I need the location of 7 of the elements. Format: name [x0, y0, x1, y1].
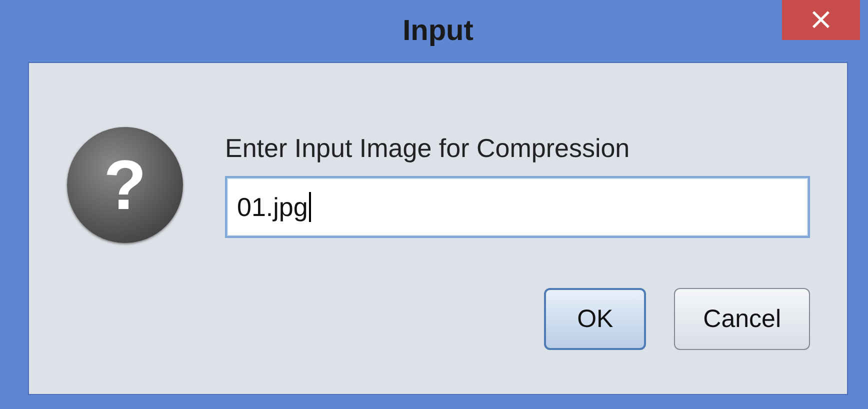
- close-button[interactable]: ×: [782, 0, 860, 40]
- input-field[interactable]: 01.jpg: [225, 176, 810, 238]
- question-icon: ?: [67, 127, 183, 243]
- window-title: Input: [402, 14, 474, 48]
- ok-button[interactable]: OK: [544, 288, 646, 350]
- cancel-button[interactable]: Cancel: [674, 288, 810, 350]
- prompt-label: Enter Input Image for Compression: [225, 133, 631, 164]
